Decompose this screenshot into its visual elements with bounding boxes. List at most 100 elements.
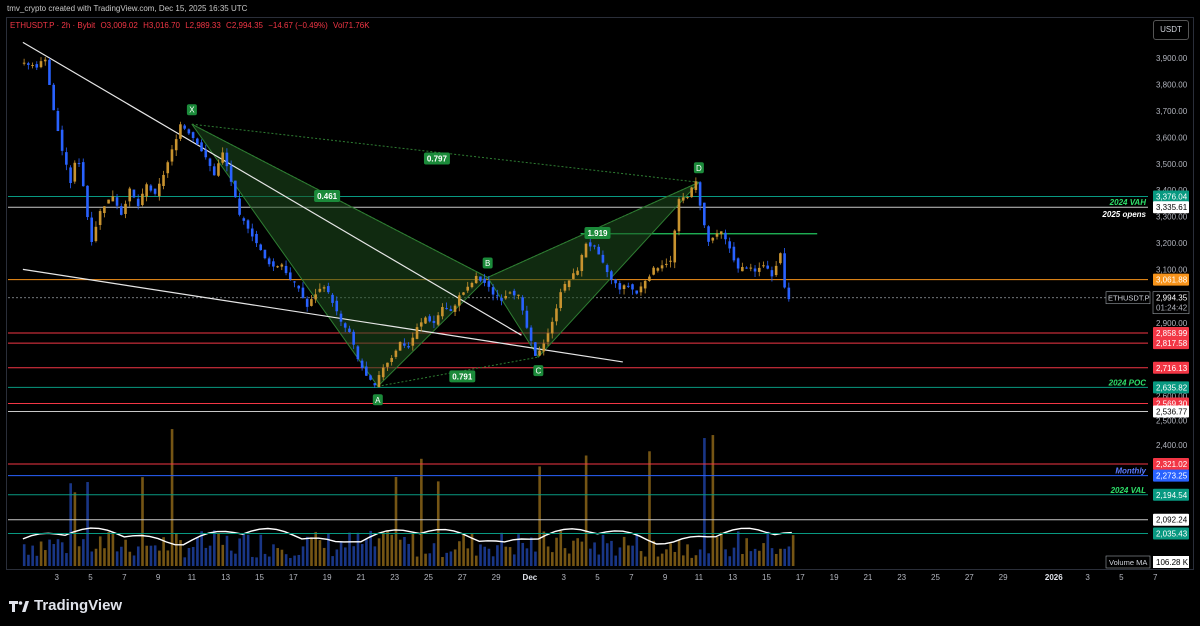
time-tick: 3 — [1085, 573, 1090, 582]
level-price-label: 3,061.88 — [1156, 276, 1188, 285]
candle-body — [491, 287, 495, 295]
volume-bar — [736, 531, 740, 566]
time-tick: 21 — [863, 573, 872, 582]
volume-bar — [259, 534, 263, 566]
candle-body — [394, 350, 398, 357]
volume-bar — [263, 553, 267, 566]
candle-body — [407, 346, 410, 348]
time-tick: 9 — [156, 573, 161, 582]
level-price-label: 3,335.61 — [1156, 203, 1188, 212]
price-tick: 3,800.00 — [1156, 81, 1188, 90]
candle-body — [390, 357, 393, 362]
candle-body — [229, 165, 233, 182]
candle-body — [250, 228, 254, 237]
time-tick: 17 — [289, 573, 298, 582]
candle-body — [255, 233, 258, 244]
candle-body — [525, 310, 529, 328]
volume-bar — [73, 492, 77, 566]
volume-bar — [521, 542, 525, 566]
volume-bar — [567, 553, 571, 566]
tradingview-logo[interactable]: TradingView — [9, 597, 122, 614]
candle-body — [119, 206, 123, 215]
volume-bar — [314, 531, 318, 566]
volume-bar — [496, 545, 499, 566]
symbol-legend[interactable]: ETHUSDT.P · 2h · Bybit O3,009.02 H3,016.… — [10, 21, 373, 30]
candle-body — [107, 199, 110, 204]
volume-bar — [614, 555, 617, 566]
volume-bar — [246, 534, 250, 566]
candle-body — [779, 253, 782, 264]
candle-body — [677, 199, 681, 232]
price-tick: 3,100.00 — [1156, 265, 1188, 274]
volume-bar — [466, 548, 470, 566]
volume-bar — [534, 551, 537, 566]
volume-bar — [622, 536, 626, 566]
volume-bar — [124, 539, 127, 566]
candle-body — [618, 283, 622, 290]
candle-body — [141, 193, 144, 206]
pattern-ratio-label: 0.461 — [317, 192, 338, 201]
candle-body — [643, 280, 647, 289]
volume-bar — [483, 546, 487, 566]
volume-bar — [276, 548, 279, 566]
candle-body — [605, 265, 609, 273]
volume-bar — [22, 544, 26, 566]
candle-body — [441, 307, 444, 317]
time-tick: 25 — [424, 573, 433, 582]
time-tick: 21 — [356, 573, 365, 582]
level-text: Monthly — [1115, 467, 1146, 476]
volume-bar — [305, 536, 309, 566]
candle-body — [90, 217, 93, 242]
candle-body — [98, 211, 102, 226]
volume-bar — [356, 532, 360, 566]
time-tick: 11 — [695, 573, 704, 582]
volume-bar — [39, 541, 43, 566]
candle-body — [732, 246, 736, 261]
candle-body — [665, 263, 668, 265]
volume-bar — [601, 534, 605, 566]
candle-body — [719, 231, 723, 235]
price-tick: 2,500.00 — [1156, 416, 1188, 425]
volume-bar — [732, 547, 736, 566]
volume-bar — [711, 435, 715, 566]
volume-bar — [90, 551, 94, 566]
volume-bar — [656, 556, 660, 566]
volume-bar — [432, 543, 436, 566]
candle-body — [419, 322, 423, 327]
time-tick: 27 — [965, 573, 974, 582]
candle-body — [736, 258, 740, 269]
candle-body — [428, 316, 431, 322]
price-chart[interactable]: 2024 VAH 2025 opens 2024 POC Monthly 2024 VA… — [0, 0, 1200, 626]
volume-bar — [682, 555, 685, 566]
price-unit-button[interactable]: USDT — [1153, 20, 1189, 40]
volume-bar — [436, 481, 440, 566]
candle-body — [73, 162, 77, 182]
open-value: O3,009.02 — [100, 21, 138, 30]
candle-body — [538, 350, 541, 356]
volume-bar — [293, 555, 296, 566]
time-tick: Dec — [523, 573, 538, 582]
time-tick: 11 — [188, 573, 197, 582]
high-value: H3,016.70 — [143, 21, 180, 30]
symbol-name[interactable]: ETHUSDT.P · 2h · Bybit — [10, 21, 95, 30]
current-price-label: 2,994.35 — [1156, 294, 1188, 303]
volume-bar — [584, 455, 588, 566]
candle-body — [631, 284, 634, 290]
volume-bar — [179, 540, 182, 566]
volume-bar — [491, 556, 495, 566]
candle-body — [711, 237, 715, 241]
volume-bar — [745, 538, 748, 566]
volume-bar — [145, 545, 149, 566]
volume-bar — [572, 540, 575, 566]
level-price-label: 2,035.43 — [1156, 530, 1188, 539]
candle-body — [187, 129, 191, 134]
candle-body — [479, 276, 482, 281]
volume-bar — [415, 556, 419, 566]
volume-bar — [576, 538, 579, 566]
volume-bar — [487, 548, 491, 566]
volume-bar — [424, 553, 427, 566]
price-tick: 3,500.00 — [1156, 160, 1188, 169]
candle-body — [69, 167, 72, 184]
candle-body — [335, 300, 339, 312]
candle-body — [588, 242, 592, 247]
